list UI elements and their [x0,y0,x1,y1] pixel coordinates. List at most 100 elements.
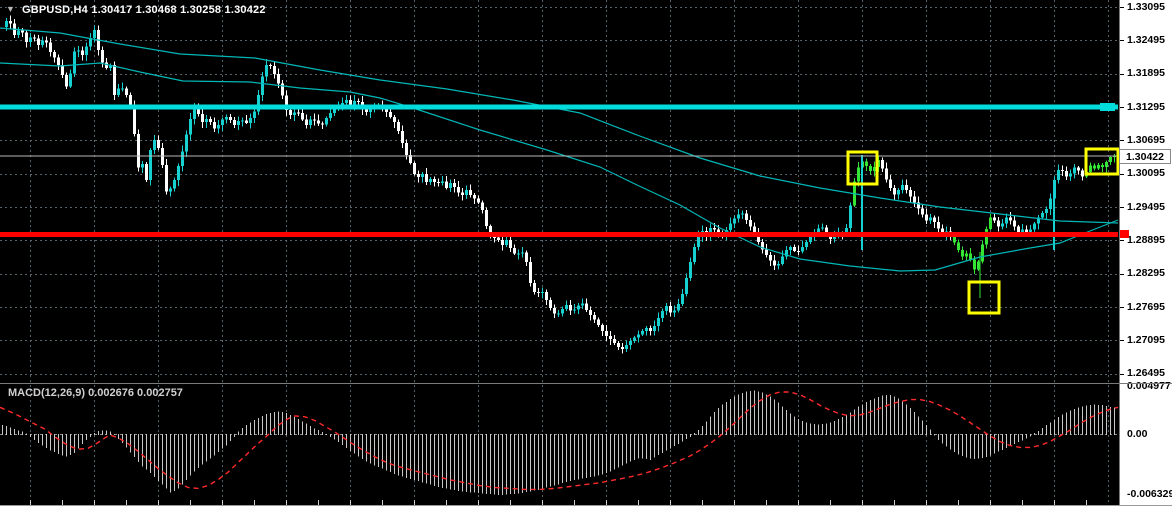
candle-body [1001,223,1004,227]
candle-body [1045,209,1048,213]
candle-body [437,182,440,184]
candle-body [541,292,544,293]
candle-body [525,252,528,262]
candle-body [993,217,996,221]
candle-body [301,113,304,120]
price-chart[interactable] [0,0,1119,505]
candle-body [173,179,176,189]
mt4-chart-window: 1.33095 1.32495 1.31895 1.31295 1.30695 1.300… [0,0,1172,527]
candle-body [425,174,428,182]
candle-body [1057,169,1060,180]
macd-axis-label: 0.00 [1127,427,1148,440]
candle-body [961,250,964,257]
candle-body [141,164,144,168]
candle-body [793,246,796,251]
candle-body [729,223,732,230]
candle-body [413,163,416,174]
candle-body [645,328,648,332]
candle-body [37,38,40,45]
candle-body [693,247,696,262]
candle-body [901,185,904,190]
price-axis-tick [1120,173,1124,175]
candle-body [1097,164,1100,169]
candle-body [1101,164,1104,167]
candle-body [473,194,476,199]
support-line[interactable] [0,232,1118,237]
candle-body [697,236,700,248]
candle-body [869,166,872,171]
candle-body [737,214,740,219]
price-axis-tick [1120,7,1124,8]
candle-body [45,40,48,43]
ohlc-values: 1.30417 1.30468 1.30258 1.30422 [91,4,266,16]
candle-body [889,179,892,188]
candle-body [1069,173,1072,177]
candle-body [669,306,672,313]
highlight-rectangle[interactable] [967,280,1001,315]
candle-body [745,213,748,220]
candle-body [653,326,656,332]
candle-body [177,166,180,180]
candle-body [241,120,244,122]
candle-body [1077,167,1080,171]
price-axis-tick [1120,307,1124,308]
candle-body [469,190,472,195]
support-line-end-marker[interactable] [1120,230,1129,238]
candle-body [881,159,884,169]
candle-body [237,121,240,125]
candle-body [401,131,404,143]
price-spike-bar [979,252,981,298]
candle-body [157,140,160,148]
candle-body [117,88,120,95]
candle-body [85,46,88,55]
candle-body [605,331,608,336]
price-axis-label: 1.31895 [1127,67,1165,80]
candle-body [217,125,220,129]
resistance-line[interactable] [0,104,1118,110]
candle-body [885,168,888,180]
candle-body [481,202,484,210]
candle-body [521,252,524,254]
candle-body [65,75,68,87]
time-axis[interactable]: 10 Jul 201813 Jul 08:0018 Jul 00:0020 Ju… [0,505,1172,527]
candle-body [997,220,1000,227]
candle-body [781,256,784,264]
candle-body [509,240,512,248]
candle-body [529,262,532,283]
candle-body [465,190,468,195]
price-axis-label: 1.32495 [1127,33,1165,46]
price-axis[interactable]: 1.33095 1.32495 1.31895 1.31295 1.30695 1.300… [1119,0,1172,527]
chevron-down-icon[interactable]: ▼ [6,4,15,14]
price-axis-label: 1.27695 [1127,300,1165,313]
candle-body [421,174,424,177]
candle-body [25,32,28,42]
price-axis-tick [1120,373,1124,375]
candle-body [485,210,488,226]
candle-body [905,185,908,190]
resistance-line-end-marker[interactable] [1100,103,1115,111]
candle-body [733,218,736,224]
candle-body [661,310,664,318]
candle-body [657,318,660,326]
candle-body [125,88,128,95]
candle-body [573,309,576,311]
indicator-panel-separator[interactable] [0,383,1172,384]
candle-body [533,282,536,293]
candle-body [921,208,924,215]
candle-body [897,190,900,195]
candle-body [969,253,972,260]
candle-body [933,217,936,222]
price-axis-tick [1120,73,1124,75]
candle-body [249,118,252,123]
candle-body [517,253,520,255]
candle-body [561,309,564,314]
candle-body [589,310,592,315]
candle-body [53,52,56,58]
candle-body [457,186,460,193]
candle-body [597,319,600,326]
candle-body [625,345,628,349]
candle-body [777,264,780,266]
candle-body [5,21,8,27]
candle-body [277,74,280,84]
candle-body [1109,157,1112,162]
